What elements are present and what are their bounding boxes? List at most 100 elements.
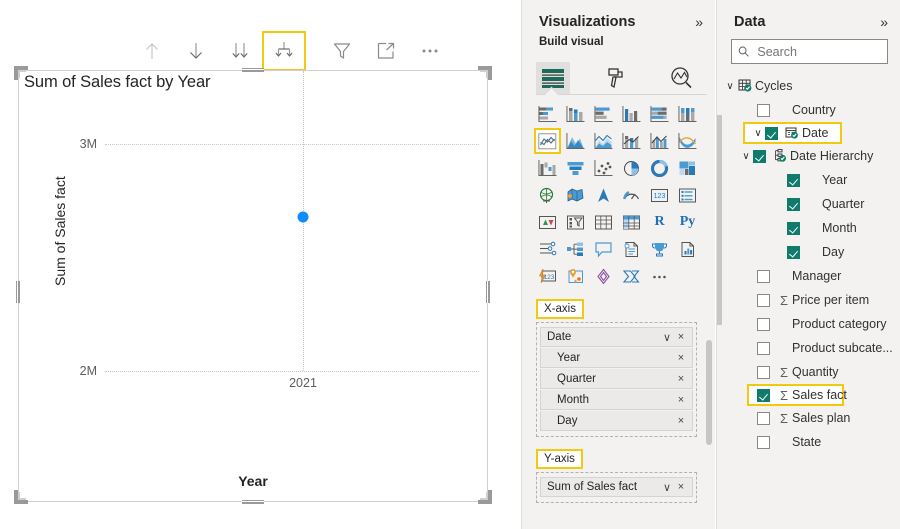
metrics-button[interactable] (646, 236, 673, 262)
filters-button[interactable] (320, 31, 364, 71)
tree-item-price-per-item[interactable]: Σ Price per item (717, 288, 900, 312)
search-input[interactable] (755, 43, 881, 60)
r-script-visual-button[interactable]: R (646, 209, 673, 235)
more-visuals-button[interactable] (646, 263, 673, 289)
checkbox-product-subcategory[interactable] (757, 341, 770, 355)
tree-item-date-hierarchy[interactable]: ∨ Date Hierarchy (717, 144, 900, 168)
tree-item-manager[interactable]: Manager (717, 264, 900, 288)
stacked-bar-chart-button[interactable] (534, 101, 561, 127)
tree-item-country[interactable]: Country (717, 98, 900, 122)
visualizations-scrollbar[interactable] (706, 340, 712, 445)
checkbox-sales-fact[interactable] (757, 388, 770, 402)
tree-item-month[interactable]: Month (717, 216, 900, 240)
resize-handle-top-right[interactable] (476, 66, 492, 82)
more-options-button[interactable] (408, 31, 452, 71)
multi-row-card-button[interactable] (674, 182, 701, 208)
checkbox-year[interactable] (787, 173, 800, 187)
visual-container[interactable]: 3M 2M 2021 Sum of Sales fact Year (18, 70, 488, 502)
drill-up-button[interactable] (130, 31, 174, 71)
decomposition-tree-button[interactable] (562, 236, 589, 262)
resize-handle-bottom[interactable] (242, 500, 264, 504)
chevron-expanded-icon[interactable]: ∨ (739, 151, 753, 162)
tree-item-quantity[interactable]: Σ Quantity (717, 360, 900, 384)
slicer-button[interactable] (562, 209, 589, 235)
field-chip-sum-of-sales-fact[interactable]: Sum of Sales fact ∨ × (540, 477, 693, 497)
checkbox-price-per-item[interactable] (757, 293, 770, 307)
x-axis-well[interactable]: Date ∨ × Year × Quarter × Month × Day × (536, 322, 697, 437)
ribbon-chart-button[interactable] (674, 128, 701, 154)
visio-button[interactable] (590, 263, 617, 289)
expand-all-down-button[interactable] (262, 31, 306, 71)
collapse-data-icon[interactable]: » (880, 15, 888, 29)
tree-item-cycles[interactable]: ∨ Cycles (717, 74, 900, 98)
clustered-column-chart-button[interactable] (618, 101, 645, 127)
tree-item-year[interactable]: Year (717, 168, 900, 192)
paginated-report-button[interactable] (674, 236, 701, 262)
remove-field-icon[interactable]: × (674, 394, 688, 406)
waterfall-chart-button[interactable] (534, 155, 561, 181)
checkbox-manager[interactable] (757, 269, 770, 283)
data-point[interactable] (297, 211, 309, 223)
chevron-down-icon[interactable]: ∨ (660, 481, 674, 494)
matrix-button[interactable] (618, 209, 645, 235)
python-visual-button[interactable]: Py (674, 209, 701, 235)
table-button[interactable] (590, 209, 617, 235)
field-chip-date[interactable]: Date ∨ × (540, 327, 693, 347)
area-chart-button[interactable] (562, 128, 589, 154)
remove-field-icon[interactable]: × (674, 481, 688, 493)
chevron-down-icon[interactable]: ∨ (660, 331, 674, 344)
checkbox-date[interactable] (765, 126, 778, 140)
plot-area[interactable]: 3M 2M 2021 (80, 71, 479, 456)
map-button[interactable] (534, 182, 561, 208)
y-axis-well[interactable]: Sum of Sales fact ∨ × (536, 472, 697, 503)
checkbox-country[interactable] (757, 103, 770, 117)
resize-handle-right[interactable] (486, 281, 490, 303)
remove-field-icon[interactable]: × (674, 331, 688, 343)
resize-handle-bottom-left[interactable] (14, 488, 30, 504)
tree-item-quarter[interactable]: Quarter (717, 192, 900, 216)
kpi-button[interactable] (534, 209, 561, 235)
gauge-button[interactable] (618, 182, 645, 208)
scatter-chart-button[interactable] (590, 155, 617, 181)
format-visual-tab[interactable] (600, 62, 634, 94)
100-stacked-column-chart-button[interactable] (674, 101, 701, 127)
tree-item-day[interactable]: Day (717, 240, 900, 264)
chevron-expanded-icon[interactable]: ∨ (751, 128, 765, 139)
card-button[interactable]: 123 (646, 182, 673, 208)
checkbox-state[interactable] (757, 435, 770, 449)
checkbox-product-category[interactable] (757, 317, 770, 331)
resize-handle-left[interactable] (16, 281, 20, 303)
field-chip-quarter[interactable]: Quarter × (540, 369, 693, 389)
line-and-stacked-column-chart-button[interactable] (618, 128, 645, 154)
field-chip-month[interactable]: Month × (540, 390, 693, 410)
field-chip-day[interactable]: Day × (540, 411, 693, 431)
tree-item-date[interactable]: ∨ Date (743, 122, 842, 144)
100-stacked-bar-chart-button[interactable] (646, 101, 673, 127)
search-box[interactable] (731, 39, 888, 64)
power-automate-button[interactable] (618, 263, 645, 289)
checkbox-quantity[interactable] (757, 365, 770, 379)
tree-item-sales-fact[interactable]: Σ Sales fact (747, 384, 847, 406)
checkbox-day[interactable] (787, 245, 800, 259)
key-influencers-button[interactable] (534, 236, 561, 262)
resize-handle-top[interactable] (242, 68, 264, 72)
line-and-clustered-column-chart-button[interactable] (646, 128, 673, 154)
arcgis-map-button[interactable] (562, 263, 589, 289)
azure-map-button[interactable] (590, 182, 617, 208)
tree-item-sales-plan[interactable]: Σ Sales plan (717, 406, 900, 430)
resize-handle-top-left[interactable] (14, 66, 30, 82)
tree-item-state[interactable]: State (717, 430, 900, 454)
collapse-visualizations-icon[interactable]: » (695, 15, 703, 29)
go-to-next-level-button[interactable] (218, 31, 262, 71)
power-automate-number-button[interactable]: 123 (534, 263, 561, 289)
clustered-bar-chart-button[interactable] (590, 101, 617, 127)
line-chart-button[interactable] (534, 128, 561, 154)
checkbox-month[interactable] (787, 221, 800, 235)
filled-map-button[interactable] (562, 182, 589, 208)
remove-field-icon[interactable]: × (674, 415, 688, 427)
funnel-button[interactable] (562, 155, 589, 181)
pie-chart-button[interactable] (618, 155, 645, 181)
drill-down-toggle-button[interactable] (174, 31, 218, 71)
analytics-tab[interactable] (664, 62, 698, 94)
remove-field-icon[interactable]: × (674, 373, 688, 385)
